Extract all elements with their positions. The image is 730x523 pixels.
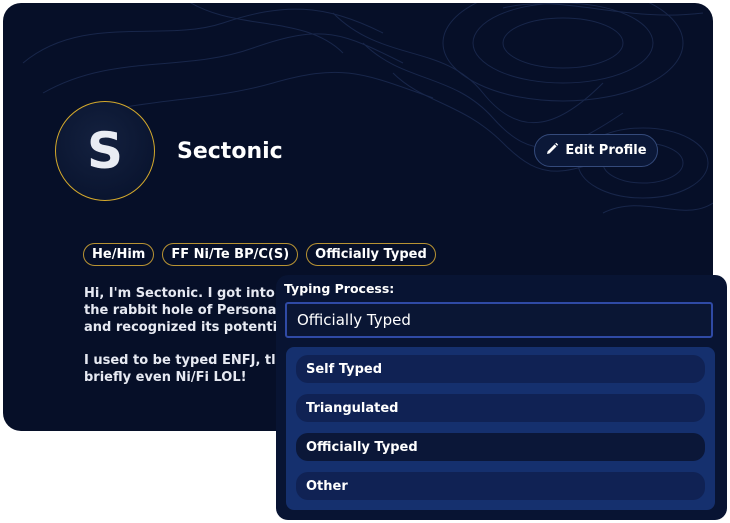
typing-process-select[interactable]: Officially Typed: [285, 302, 713, 338]
profile-name: Sectonic: [177, 139, 283, 164]
tag-typing-status: Officially Typed: [306, 243, 436, 266]
bio-line: Hi, I'm Sectonic. I got into: [84, 286, 275, 301]
option-triangulated[interactable]: Triangulated: [296, 394, 705, 422]
tag-pronouns: He/Him: [83, 243, 155, 266]
pencil-icon: [545, 142, 559, 160]
typing-process-label: Typing Process:: [284, 281, 395, 296]
tag-type: FF Ni/Te BP/C(S): [162, 243, 299, 266]
typing-process-selected-value: Officially Typed: [297, 311, 411, 329]
bio-line: the rabbit hole of Personal: [84, 303, 281, 318]
bio-line: I used to be typed ENFJ, tl: [84, 353, 276, 368]
typing-process-dropdown: Typing Process: Officially Typed Self Ty…: [276, 275, 727, 520]
typing-process-options: Self Typed Triangulated Officially Typed…: [286, 347, 715, 510]
edit-profile-label: Edit Profile: [565, 143, 647, 158]
bio-line: and recognized its potenti: [84, 320, 278, 335]
avatar: S: [55, 101, 155, 201]
bio-line: briefly even Ni/Fi LOL!: [84, 370, 247, 385]
avatar-letter: S: [86, 122, 123, 180]
option-other[interactable]: Other: [296, 472, 705, 500]
option-self-typed[interactable]: Self Typed: [296, 355, 705, 383]
option-officially-typed[interactable]: Officially Typed: [296, 433, 705, 461]
tag-list: He/Him FF Ni/Te BP/C(S) Officially Typed: [83, 243, 436, 266]
edit-profile-button[interactable]: Edit Profile: [534, 134, 658, 167]
